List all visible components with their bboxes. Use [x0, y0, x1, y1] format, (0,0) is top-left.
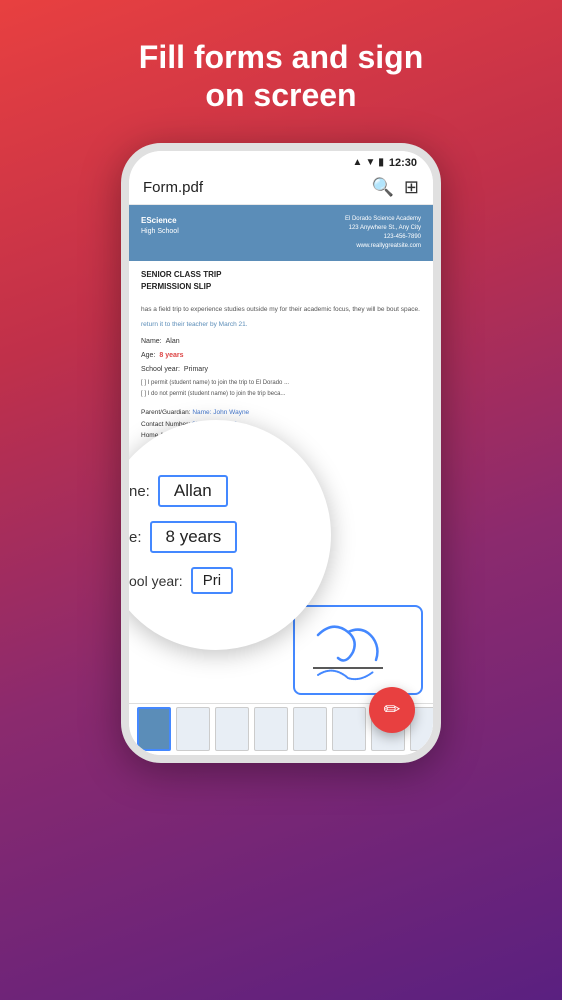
- pdf-title-section: SENIOR CLASS TRIP PERMISSION SLIP: [129, 261, 433, 297]
- pdf-age-value: 8 years: [159, 350, 183, 361]
- pdf-parent-row: Parent/Guardian: Name: John Wayne: [141, 407, 421, 419]
- pdf-permit-text2: [ ] I do not permit (student name) to jo…: [141, 389, 421, 399]
- pdf-trip-title: SENIOR CLASS TRIP PERMISSION SLIP: [141, 269, 421, 293]
- pdf-age-row: Age: 8 years: [141, 350, 421, 361]
- pdf-school-year-value: Primary: [184, 364, 208, 375]
- pdf-school-left: EScience High School: [141, 215, 179, 238]
- pdf-school-year-row: School year: Primary: [141, 364, 421, 375]
- phone-mockup: ▲ ▼ ▮ 12:30 Form.pdf 🔍 ⊞: [121, 143, 441, 763]
- thumbnail-2[interactable]: [176, 707, 210, 751]
- magnify-field-1: ne: Allan: [129, 475, 228, 507]
- pdf-school-right: El Dorado Science Academy 123 Anywhere S…: [345, 215, 421, 251]
- battery-icon: ▮: [378, 157, 384, 168]
- pdf-name-row: Name: Alan: [141, 336, 421, 347]
- signature-box[interactable]: [293, 605, 423, 695]
- magnify-field-2: e: 8 years: [129, 521, 237, 553]
- magnify-value-2: 8 years: [150, 521, 238, 553]
- magnify-label-3: ool year:: [129, 573, 183, 589]
- pdf-parent-label: Parent/Guardian:: [141, 409, 191, 416]
- pdf-content: EScience High School El Dorado Science A…: [129, 205, 433, 755]
- thumbnail-4[interactable]: [254, 707, 288, 751]
- thumbnail-5[interactable]: [293, 707, 327, 751]
- top-bar-icons: 🔍 ⊞: [371, 177, 419, 198]
- pdf-header: EScience High School El Dorado Science A…: [129, 205, 433, 261]
- pdf-academy-address: 123 Anywhere St., Any City: [349, 225, 421, 231]
- top-bar: Form.pdf 🔍 ⊞: [129, 171, 433, 205]
- pdf-school-name: EScience: [141, 216, 177, 225]
- headline-line2: on screen: [205, 77, 356, 113]
- status-bar: ▲ ▼ ▮ 12:30: [129, 151, 433, 171]
- headline-line1: Fill forms and sign: [139, 39, 423, 75]
- pdf-name-value: Alan: [166, 336, 180, 347]
- magnify-label-2: e:: [129, 529, 142, 546]
- pen-icon: ✏: [384, 697, 401, 722]
- pdf-school-subname: High School: [141, 228, 179, 235]
- time-display: 12:30: [389, 157, 417, 169]
- pdf-parent-name: Name: John Wayne: [192, 409, 249, 416]
- thumbnail-3[interactable]: [215, 707, 249, 751]
- search-icon[interactable]: 🔍: [371, 177, 393, 198]
- pdf-form-body: has a field trip to experience studies o…: [129, 297, 433, 407]
- pdf-academy-phone: 123-456-7890: [384, 234, 421, 240]
- pdf-permit-text1: [ ] I permit (student name) to join the …: [141, 378, 421, 388]
- fab-edit-button[interactable]: ✏: [369, 687, 415, 733]
- signal-icon: ▲: [353, 157, 363, 168]
- file-name: Form.pdf: [143, 179, 203, 196]
- signature-svg: [298, 610, 418, 690]
- phone-screen: ▲ ▼ ▮ 12:30 Form.pdf 🔍 ⊞: [129, 151, 433, 755]
- pdf-school-year-label: School year:: [141, 364, 180, 375]
- pdf-age-label: Age:: [141, 350, 155, 361]
- pdf-return-text: return it to their teacher by March 21.: [141, 320, 421, 330]
- magnify-value-3: Pri: [191, 567, 233, 594]
- headline-container: Fill forms and sign on screen: [99, 0, 463, 115]
- grid-icon[interactable]: ⊞: [404, 177, 419, 198]
- magnify-field-3: ool year: Pri: [129, 567, 233, 594]
- pdf-name-label: Name:: [141, 336, 162, 347]
- magnify-label-1: ne:: [129, 483, 150, 500]
- magnify-value-1: Allan: [158, 475, 228, 507]
- thumbnail-6[interactable]: [332, 707, 366, 751]
- pdf-body-text: has a field trip to experience studies o…: [141, 305, 421, 315]
- wifi-icon: ▼: [365, 157, 375, 168]
- phone-shell: ▲ ▼ ▮ 12:30 Form.pdf 🔍 ⊞: [121, 143, 441, 763]
- pdf-academy-web: www.reallygreatsite.com: [356, 243, 421, 249]
- pdf-academy-name: El Dorado Science Academy: [345, 216, 421, 222]
- thumbnail-1[interactable]: [137, 707, 171, 751]
